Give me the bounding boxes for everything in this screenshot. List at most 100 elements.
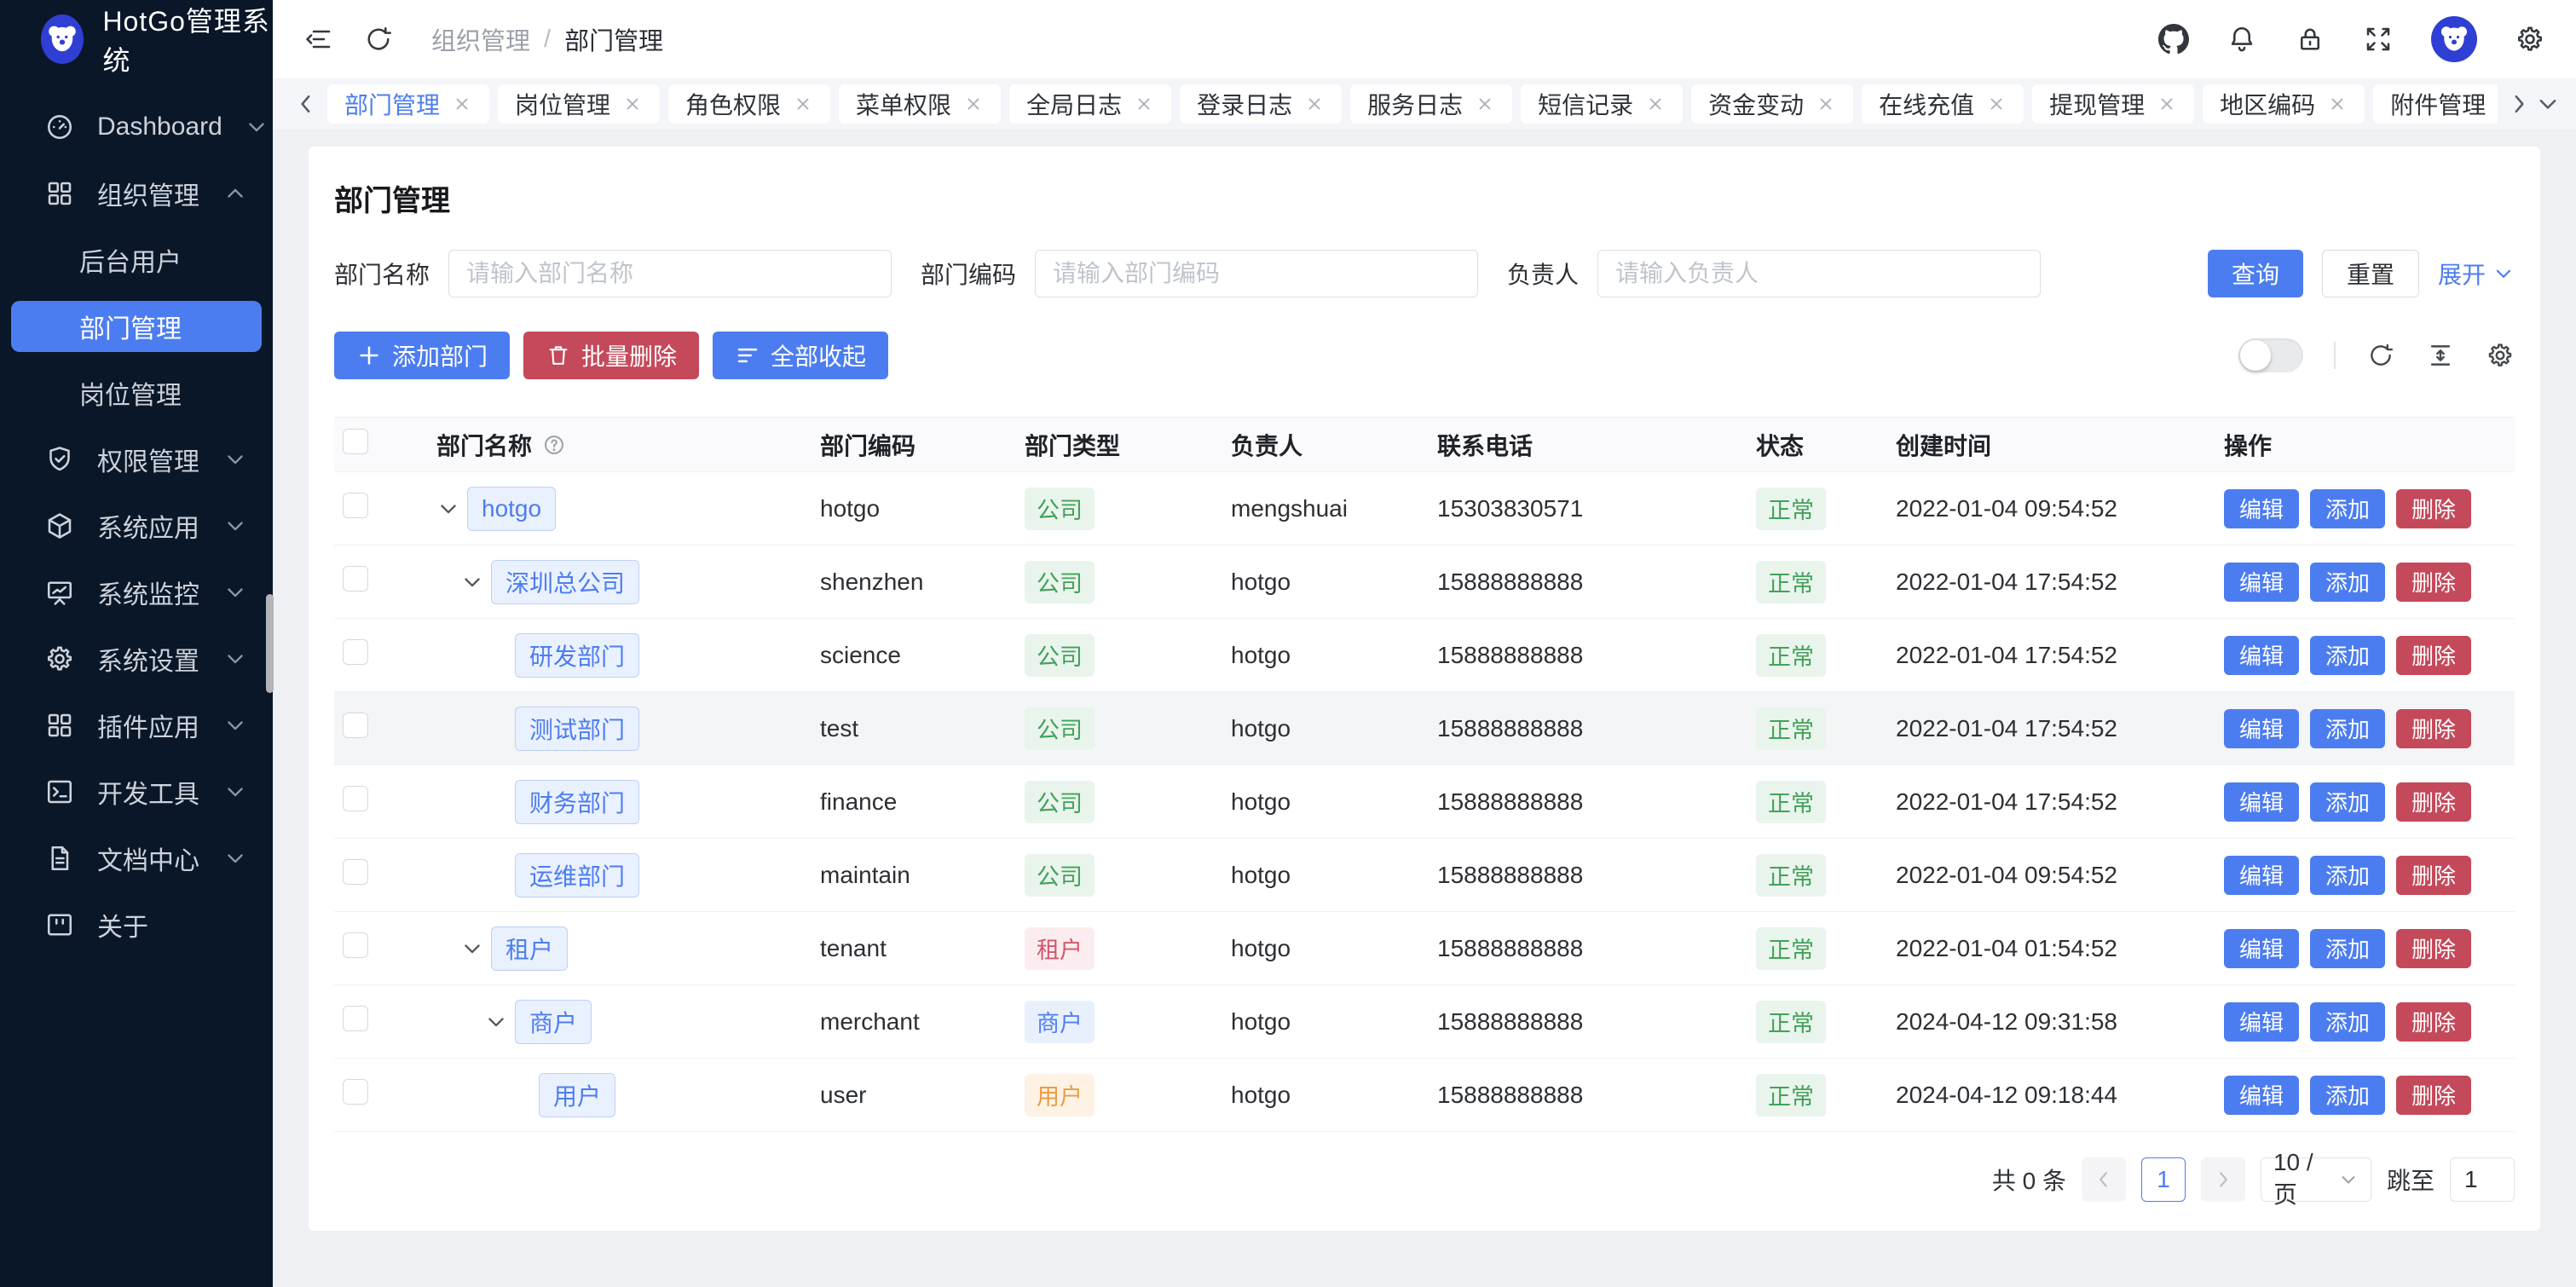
column-settings-icon[interactable]: [2486, 341, 2515, 370]
tab-5[interactable]: 登录日志: [1180, 84, 1342, 124]
edit-row-button[interactable]: 编辑: [2224, 636, 2299, 675]
sidebar-item-system-setting[interactable]: 系统设置: [0, 626, 273, 692]
tab-1[interactable]: 岗位管理: [498, 84, 660, 124]
row-checkbox[interactable]: [343, 932, 368, 958]
github-icon[interactable]: [2158, 24, 2189, 55]
settings-gear-icon[interactable]: [2515, 24, 2545, 55]
tab-9[interactable]: 在线充值: [1862, 84, 2024, 124]
sidebar-item-system-monitor[interactable]: 系统监控: [0, 559, 273, 626]
close-icon[interactable]: [963, 94, 984, 114]
help-icon[interactable]: [542, 433, 566, 457]
tab-3[interactable]: 菜单权限: [839, 84, 1001, 124]
tree-expand-icon[interactable]: [484, 1010, 508, 1034]
delete-row-button[interactable]: 删除: [2396, 709, 2471, 748]
tabs-scroll-left-icon[interactable]: [292, 89, 321, 118]
dept-name-tag[interactable]: 运维部门: [515, 853, 639, 897]
delete-row-button[interactable]: 删除: [2396, 782, 2471, 822]
content-scrollbar[interactable]: [266, 594, 274, 693]
edit-row-button[interactable]: 编辑: [2224, 782, 2299, 822]
tab-2[interactable]: 角色权限: [668, 84, 830, 124]
edit-row-button[interactable]: 编辑: [2224, 856, 2299, 895]
lock-icon[interactable]: [2295, 24, 2325, 55]
menu-fold-icon[interactable]: [303, 24, 334, 55]
prev-page-button[interactable]: [2082, 1157, 2126, 1202]
add-row-button[interactable]: 添加: [2310, 709, 2385, 748]
sidebar-item-post-manage[interactable]: 岗位管理: [11, 360, 262, 426]
current-page-button[interactable]: 1: [2141, 1157, 2186, 1202]
jump-page-input[interactable]: [2450, 1157, 2515, 1202]
add-row-button[interactable]: 添加: [2310, 563, 2385, 602]
edit-row-button[interactable]: 编辑: [2224, 929, 2299, 968]
dept-name-tag[interactable]: 测试部门: [515, 707, 639, 751]
add-row-button[interactable]: 添加: [2310, 636, 2385, 675]
close-icon[interactable]: [1475, 94, 1495, 114]
fullscreen-icon[interactable]: [2363, 24, 2394, 55]
tab-11[interactable]: 地区编码: [2203, 84, 2365, 124]
row-checkbox[interactable]: [343, 566, 368, 592]
delete-row-button[interactable]: 删除: [2396, 856, 2471, 895]
dept-name-tag[interactable]: 商户: [515, 1000, 592, 1044]
tab-4[interactable]: 全局日志: [1009, 84, 1171, 124]
add-row-button[interactable]: 添加: [2310, 1076, 2385, 1115]
reset-button[interactable]: 重置: [2322, 250, 2419, 297]
row-checkbox[interactable]: [343, 639, 368, 665]
edit-row-button[interactable]: 编辑: [2224, 563, 2299, 602]
row-checkbox[interactable]: [343, 493, 368, 518]
sidebar-item-system-app[interactable]: 系统应用: [0, 493, 273, 559]
leader-input[interactable]: [1597, 250, 2041, 297]
row-checkbox[interactable]: [343, 1079, 368, 1105]
add-row-button[interactable]: 添加: [2310, 489, 2385, 528]
edit-row-button[interactable]: 编辑: [2224, 1002, 2299, 1042]
dept-code-input[interactable]: [1035, 250, 1478, 297]
bell-icon[interactable]: [2227, 24, 2257, 55]
tab-12[interactable]: 附件管理: [2373, 84, 2498, 124]
dept-name-tag[interactable]: 用户: [539, 1073, 615, 1117]
collapse-all-button[interactable]: 全部收起: [713, 332, 888, 379]
add-row-button[interactable]: 添加: [2310, 856, 2385, 895]
row-checkbox[interactable]: [343, 713, 368, 738]
dept-name-tag[interactable]: hotgo: [467, 487, 556, 531]
tab-0[interactable]: 部门管理: [327, 84, 489, 124]
close-icon[interactable]: [793, 94, 813, 114]
sidebar-item-doc-center[interactable]: 文档中心: [0, 825, 273, 892]
tab-8[interactable]: 资金变动: [1691, 84, 1853, 124]
delete-row-button[interactable]: 删除: [2396, 489, 2471, 528]
query-button[interactable]: 查询: [2208, 250, 2303, 297]
delete-row-button[interactable]: 删除: [2396, 929, 2471, 968]
tabs-scroll-right-icon[interactable]: [2504, 89, 2533, 118]
delete-row-button[interactable]: 删除: [2396, 1076, 2471, 1115]
sidebar-item-about[interactable]: 关于: [0, 892, 273, 958]
tree-expand-icon[interactable]: [460, 570, 484, 594]
edit-row-button[interactable]: 编辑: [2224, 709, 2299, 748]
close-icon[interactable]: [1645, 94, 1666, 114]
tab-10[interactable]: 提现管理: [2032, 84, 2194, 124]
refresh-icon[interactable]: [2366, 341, 2395, 370]
close-icon[interactable]: [2327, 94, 2348, 114]
close-icon[interactable]: [622, 94, 643, 114]
sidebar-item-dashboard[interactable]: Dashboard: [0, 94, 273, 160]
tab-6[interactable]: 服务日志: [1350, 84, 1512, 124]
row-checkbox[interactable]: [343, 786, 368, 811]
expand-link[interactable]: 展开: [2438, 257, 2515, 291]
edit-row-button[interactable]: 编辑: [2224, 489, 2299, 528]
close-icon[interactable]: [1134, 94, 1154, 114]
delete-row-button[interactable]: 删除: [2396, 563, 2471, 602]
breadcrumb-parent[interactable]: 组织管理: [431, 21, 530, 57]
dept-name-tag[interactable]: 财务部门: [515, 780, 639, 824]
sidebar-item-permission[interactable]: 权限管理: [0, 426, 273, 493]
user-avatar[interactable]: [2431, 16, 2477, 62]
tab-7[interactable]: 短信记录: [1521, 84, 1683, 124]
add-row-button[interactable]: 添加: [2310, 782, 2385, 822]
delete-row-button[interactable]: 删除: [2396, 1002, 2471, 1042]
batch-delete-button[interactable]: 批量删除: [523, 332, 699, 379]
reload-icon[interactable]: [363, 24, 394, 55]
sidebar-item-dept-manage[interactable]: 部门管理: [11, 301, 262, 352]
close-icon[interactable]: [1816, 94, 1836, 114]
sidebar-item-plugin-app[interactable]: 插件应用: [0, 692, 273, 759]
sidebar-item-organization[interactable]: 组织管理: [0, 160, 273, 227]
delete-row-button[interactable]: 删除: [2396, 636, 2471, 675]
tabs-menu-icon[interactable]: [2533, 89, 2562, 118]
add-dept-button[interactable]: 添加部门: [334, 332, 510, 379]
row-checkbox[interactable]: [343, 859, 368, 885]
striped-toggle[interactable]: [2238, 338, 2303, 372]
